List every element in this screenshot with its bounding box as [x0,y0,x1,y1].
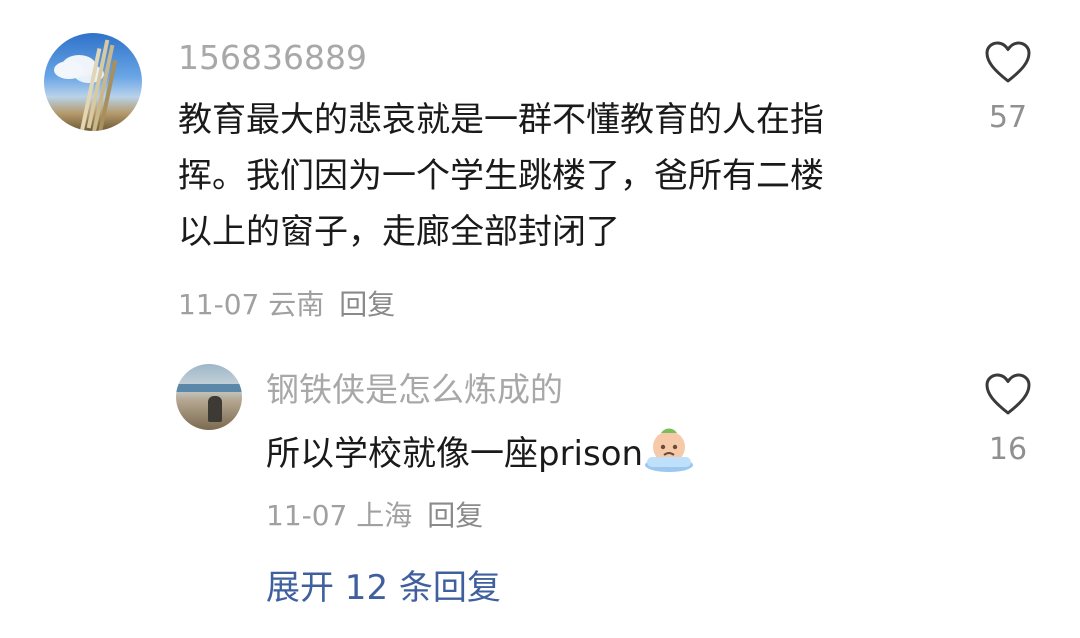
reply-location: 上海 [356,499,413,532]
cloud-image-detail [54,61,84,79]
reply-meta: 11-07 上海 回复 [266,498,483,534]
comment-username[interactable]: 156836889 [178,38,367,78]
reply-date: 11-07 [266,499,348,532]
person-image-detail [208,396,222,422]
comment-text-line: 教育最大的悲哀就是一群不懂教育的人在指 [178,100,824,140]
like-count: 57 [988,100,1028,135]
reply-text-content: 所以学校就像一座prison [266,434,644,474]
reply-like-count: 16 [988,432,1028,467]
comment-meta: 11-07 云南 回复 [178,287,395,323]
reply-text: 所以学校就像一座prison [266,425,695,482]
reply-user-avatar[interactable] [176,364,242,430]
expand-replies-link[interactable]: 展开 12 条回复 [266,568,501,608]
user-avatar[interactable] [44,33,142,131]
reply-username[interactable]: 钢铁侠是怎么炼成的 [266,370,563,410]
heart-outline-icon[interactable] [984,40,1032,84]
grass-image-detail [86,39,110,129]
reply-reply-button[interactable]: 回复 [427,499,483,532]
comment-text-line: 以上的窗子，走廊全部封闭了 [178,212,620,252]
comment-text-line: 挥。我们因为一个学生跳楼了，爸所有二楼 [178,156,824,196]
comment-date: 11-07 [178,288,260,321]
comment-text: 教育最大的悲哀就是一群不懂教育的人在指 挥。我们因为一个学生跳楼了，爸所有二楼 … [178,92,958,260]
reply-button[interactable]: 回复 [339,288,395,321]
heart-outline-icon[interactable] [984,372,1032,416]
sea-image-detail [176,384,242,392]
comment-location: 云南 [268,288,325,321]
crying-face-emoji-icon [645,428,694,472]
